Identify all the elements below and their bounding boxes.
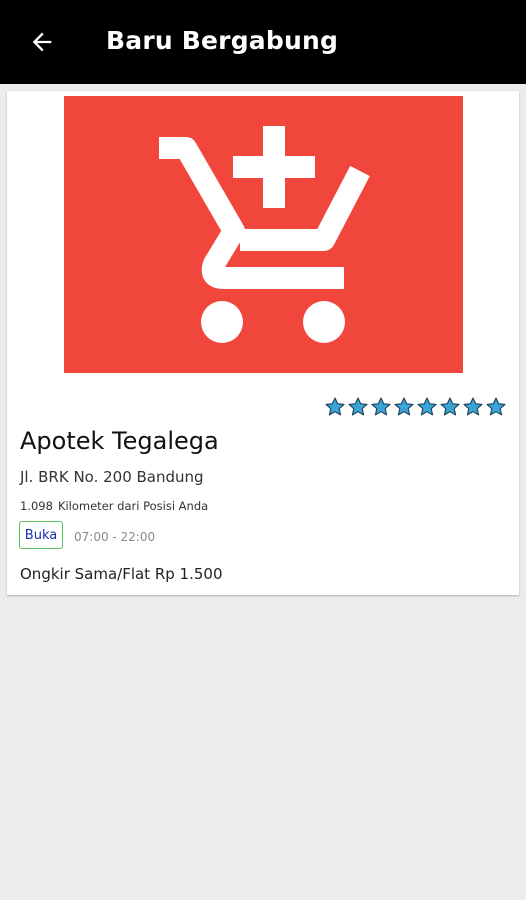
page-title: Baru Bergabung	[106, 26, 339, 55]
store-distance: 1.098 Kilometer dari Posisi Anda	[20, 499, 208, 513]
rating-stars	[324, 396, 507, 418]
star-icon	[486, 397, 506, 416]
arrow-left-icon	[32, 32, 52, 52]
store-name: Apotek Tegalega	[20, 427, 219, 455]
star-icon	[394, 397, 414, 416]
back-button[interactable]	[22, 22, 62, 62]
star-icon	[417, 397, 437, 416]
star-icon	[440, 397, 460, 416]
cart-plus-icon	[159, 126, 370, 343]
star-icon	[325, 397, 345, 416]
status-badge: Buka	[19, 521, 63, 549]
store-logo	[64, 96, 463, 373]
shipping-fee: Ongkir Sama/Flat Rp 1.500	[20, 565, 223, 583]
star-icon	[463, 397, 483, 416]
opening-hours: 07:00 - 22:00	[74, 530, 156, 544]
store-card[interactable]: Apotek Tegalega Jl. BRK No. 200 Bandung …	[7, 91, 519, 595]
distance-label: Kilometer dari Posisi Anda	[57, 499, 209, 513]
star-icon	[348, 397, 368, 416]
app-bar: Baru Bergabung	[0, 0, 526, 84]
distance-value: 1.098	[20, 499, 53, 513]
store-address: Jl. BRK No. 200 Bandung	[20, 468, 204, 486]
star-icon	[371, 397, 391, 416]
